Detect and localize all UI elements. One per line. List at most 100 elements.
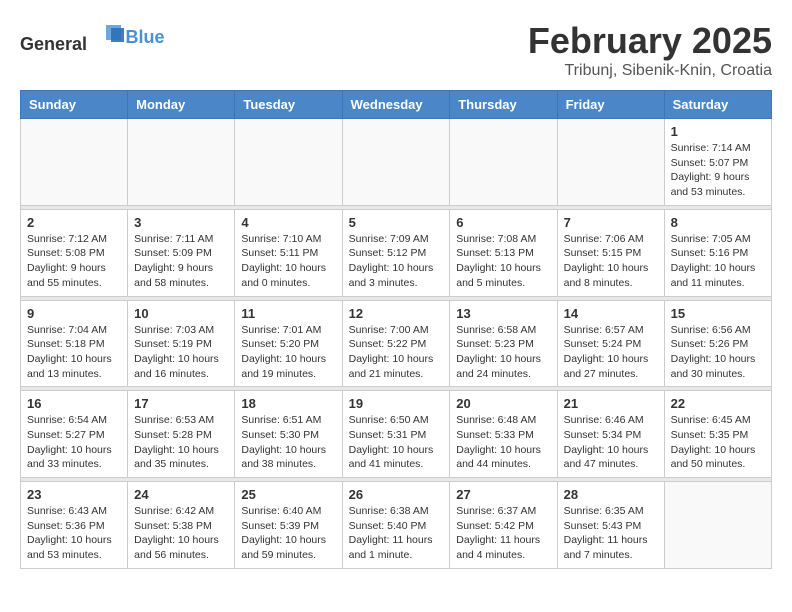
day-number: 10 (134, 306, 228, 321)
calendar-cell (128, 119, 235, 206)
calendar-cell: 12 Sunrise: 7:00 AM Sunset: 5:22 PM Dayli… (342, 300, 450, 387)
day-info: Sunrise: 6:50 AM Sunset: 5:31 PM Dayligh… (349, 413, 444, 472)
day-info: Sunrise: 7:00 AM Sunset: 5:22 PM Dayligh… (349, 323, 444, 382)
calendar-cell: 26 Sunrise: 6:38 AM Sunset: 5:40 PM Dayli… (342, 482, 450, 569)
day-of-week-header: Thursday (450, 91, 557, 119)
calendar-cell: 11Sunrise: 7:01 AM Sunset: 5:20 PM Dayli… (235, 300, 342, 387)
calendar-cell (557, 119, 664, 206)
day-info: Sunrise: 6:35 AM Sunset: 5:43 PM Dayligh… (564, 504, 658, 563)
day-info: Sunrise: 6:38 AM Sunset: 5:40 PM Dayligh… (349, 504, 444, 563)
day-of-week-header: Tuesday (235, 91, 342, 119)
logo: General Blue (20, 20, 165, 55)
calendar-table: SundayMondayTuesdayWednesdayThursdayFrid… (20, 90, 772, 569)
calendar-cell: 13 Sunrise: 6:58 AM Sunset: 5:23 PM Dayli… (450, 300, 557, 387)
main-title: February 2025 (528, 20, 772, 62)
calendar-week-row: 23 Sunrise: 6:43 AM Sunset: 5:36 PM Dayli… (21, 482, 772, 569)
day-info: Sunrise: 6:58 AM Sunset: 5:23 PM Dayligh… (456, 323, 550, 382)
day-info: Sunrise: 7:05 AM Sunset: 5:16 PM Dayligh… (671, 232, 765, 291)
day-info: Sunrise: 7:12 AM Sunset: 5:08 PM Dayligh… (27, 232, 121, 291)
calendar-cell: 23 Sunrise: 6:43 AM Sunset: 5:36 PM Dayli… (21, 482, 128, 569)
logo-general-text: General (20, 34, 87, 54)
day-of-week-header: Friday (557, 91, 664, 119)
day-info: Sunrise: 7:04 AM Sunset: 5:18 PM Dayligh… (27, 323, 121, 382)
day-info: Sunrise: 6:46 AM Sunset: 5:34 PM Dayligh… (564, 413, 658, 472)
day-number: 21 (564, 396, 658, 411)
day-number: 7 (564, 215, 658, 230)
calendar-week-row: 2 Sunrise: 7:12 AM Sunset: 5:08 PM Daylig… (21, 209, 772, 296)
day-number: 12 (349, 306, 444, 321)
day-info: Sunrise: 6:56 AM Sunset: 5:26 PM Dayligh… (671, 323, 765, 382)
day-number: 3 (134, 215, 228, 230)
day-number: 9 (27, 306, 121, 321)
day-info: Sunrise: 7:01 AM Sunset: 5:20 PM Dayligh… (241, 323, 335, 382)
day-info: Sunrise: 7:03 AM Sunset: 5:19 PM Dayligh… (134, 323, 228, 382)
calendar-cell: 3 Sunrise: 7:11 AM Sunset: 5:09 PM Daylig… (128, 209, 235, 296)
day-number: 22 (671, 396, 765, 411)
day-number: 14 (564, 306, 658, 321)
calendar-cell: 1 Sunrise: 7:14 AM Sunset: 5:07 PM Daylig… (664, 119, 771, 206)
day-info: Sunrise: 6:40 AM Sunset: 5:39 PM Dayligh… (241, 504, 335, 563)
day-number: 28 (564, 487, 658, 502)
day-number: 24 (134, 487, 228, 502)
day-info: Sunrise: 7:11 AM Sunset: 5:09 PM Dayligh… (134, 232, 228, 291)
subtitle: Tribunj, Sibenik-Knin, Croatia (528, 62, 772, 80)
day-info: Sunrise: 6:43 AM Sunset: 5:36 PM Dayligh… (27, 504, 121, 563)
day-info: Sunrise: 6:45 AM Sunset: 5:35 PM Dayligh… (671, 413, 765, 472)
day-of-week-header: Wednesday (342, 91, 450, 119)
day-number: 26 (349, 487, 444, 502)
calendar-cell: 17Sunrise: 6:53 AM Sunset: 5:28 PM Dayli… (128, 391, 235, 478)
calendar-cell (450, 119, 557, 206)
calendar-cell (235, 119, 342, 206)
calendar-cell: 14 Sunrise: 6:57 AM Sunset: 5:24 PM Dayli… (557, 300, 664, 387)
calendar-cell: 25 Sunrise: 6:40 AM Sunset: 5:39 PM Dayli… (235, 482, 342, 569)
day-info: Sunrise: 7:08 AM Sunset: 5:13 PM Dayligh… (456, 232, 550, 291)
day-info: Sunrise: 6:37 AM Sunset: 5:42 PM Dayligh… (456, 504, 550, 563)
calendar-cell: 20Sunrise: 6:48 AM Sunset: 5:33 PM Dayli… (450, 391, 557, 478)
title-area: February 2025 Tribunj, Sibenik-Knin, Cro… (528, 20, 772, 80)
calendar-cell: 2 Sunrise: 7:12 AM Sunset: 5:08 PM Daylig… (21, 209, 128, 296)
calendar-cell (664, 482, 771, 569)
day-info: Sunrise: 7:09 AM Sunset: 5:12 PM Dayligh… (349, 232, 444, 291)
calendar-cell: 9 Sunrise: 7:04 AM Sunset: 5:18 PM Daylig… (21, 300, 128, 387)
calendar-week-row: 16 Sunrise: 6:54 AM Sunset: 5:27 PM Dayli… (21, 391, 772, 478)
day-number: 19 (349, 396, 444, 411)
calendar-cell: 6 Sunrise: 7:08 AM Sunset: 5:13 PM Daylig… (450, 209, 557, 296)
calendar-cell: 7 Sunrise: 7:06 AM Sunset: 5:15 PM Daylig… (557, 209, 664, 296)
day-number: 16 (27, 396, 121, 411)
day-info: Sunrise: 6:53 AM Sunset: 5:28 PM Dayligh… (134, 413, 228, 472)
day-of-week-header: Saturday (664, 91, 771, 119)
day-number: 27 (456, 487, 550, 502)
calendar-cell: 8Sunrise: 7:05 AM Sunset: 5:16 PM Daylig… (664, 209, 771, 296)
day-of-week-header: Monday (128, 91, 235, 119)
calendar-cell: 27 Sunrise: 6:37 AM Sunset: 5:42 PM Dayli… (450, 482, 557, 569)
calendar-week-row: 9 Sunrise: 7:04 AM Sunset: 5:18 PM Daylig… (21, 300, 772, 387)
day-info: Sunrise: 7:06 AM Sunset: 5:15 PM Dayligh… (564, 232, 658, 291)
day-of-week-header: Sunday (21, 91, 128, 119)
calendar-cell (342, 119, 450, 206)
calendar-cell: 19 Sunrise: 6:50 AM Sunset: 5:31 PM Dayli… (342, 391, 450, 478)
day-number: 6 (456, 215, 550, 230)
day-info: Sunrise: 6:51 AM Sunset: 5:30 PM Dayligh… (241, 413, 335, 472)
logo-blue-text: Blue (126, 27, 165, 47)
day-info: Sunrise: 6:54 AM Sunset: 5:27 PM Dayligh… (27, 413, 121, 472)
calendar-cell: 28 Sunrise: 6:35 AM Sunset: 5:43 PM Dayli… (557, 482, 664, 569)
day-number: 1 (671, 124, 765, 139)
calendar-header-row: SundayMondayTuesdayWednesdayThursdayFrid… (21, 91, 772, 119)
day-number: 13 (456, 306, 550, 321)
day-number: 25 (241, 487, 335, 502)
calendar-cell: 24Sunrise: 6:42 AM Sunset: 5:38 PM Dayli… (128, 482, 235, 569)
calendar-cell: 16 Sunrise: 6:54 AM Sunset: 5:27 PM Dayli… (21, 391, 128, 478)
day-info: Sunrise: 6:57 AM Sunset: 5:24 PM Dayligh… (564, 323, 658, 382)
day-info: Sunrise: 7:14 AM Sunset: 5:07 PM Dayligh… (671, 141, 765, 200)
day-number: 2 (27, 215, 121, 230)
calendar-cell: 4Sunrise: 7:10 AM Sunset: 5:11 PM Daylig… (235, 209, 342, 296)
day-number: 15 (671, 306, 765, 321)
day-number: 4 (241, 215, 335, 230)
day-number: 18 (241, 396, 335, 411)
day-number: 23 (27, 487, 121, 502)
calendar-cell (21, 119, 128, 206)
day-number: 20 (456, 396, 550, 411)
calendar-cell: 10 Sunrise: 7:03 AM Sunset: 5:19 PM Dayli… (128, 300, 235, 387)
calendar-cell: 5Sunrise: 7:09 AM Sunset: 5:12 PM Daylig… (342, 209, 450, 296)
calendar-cell: 18 Sunrise: 6:51 AM Sunset: 5:30 PM Dayli… (235, 391, 342, 478)
